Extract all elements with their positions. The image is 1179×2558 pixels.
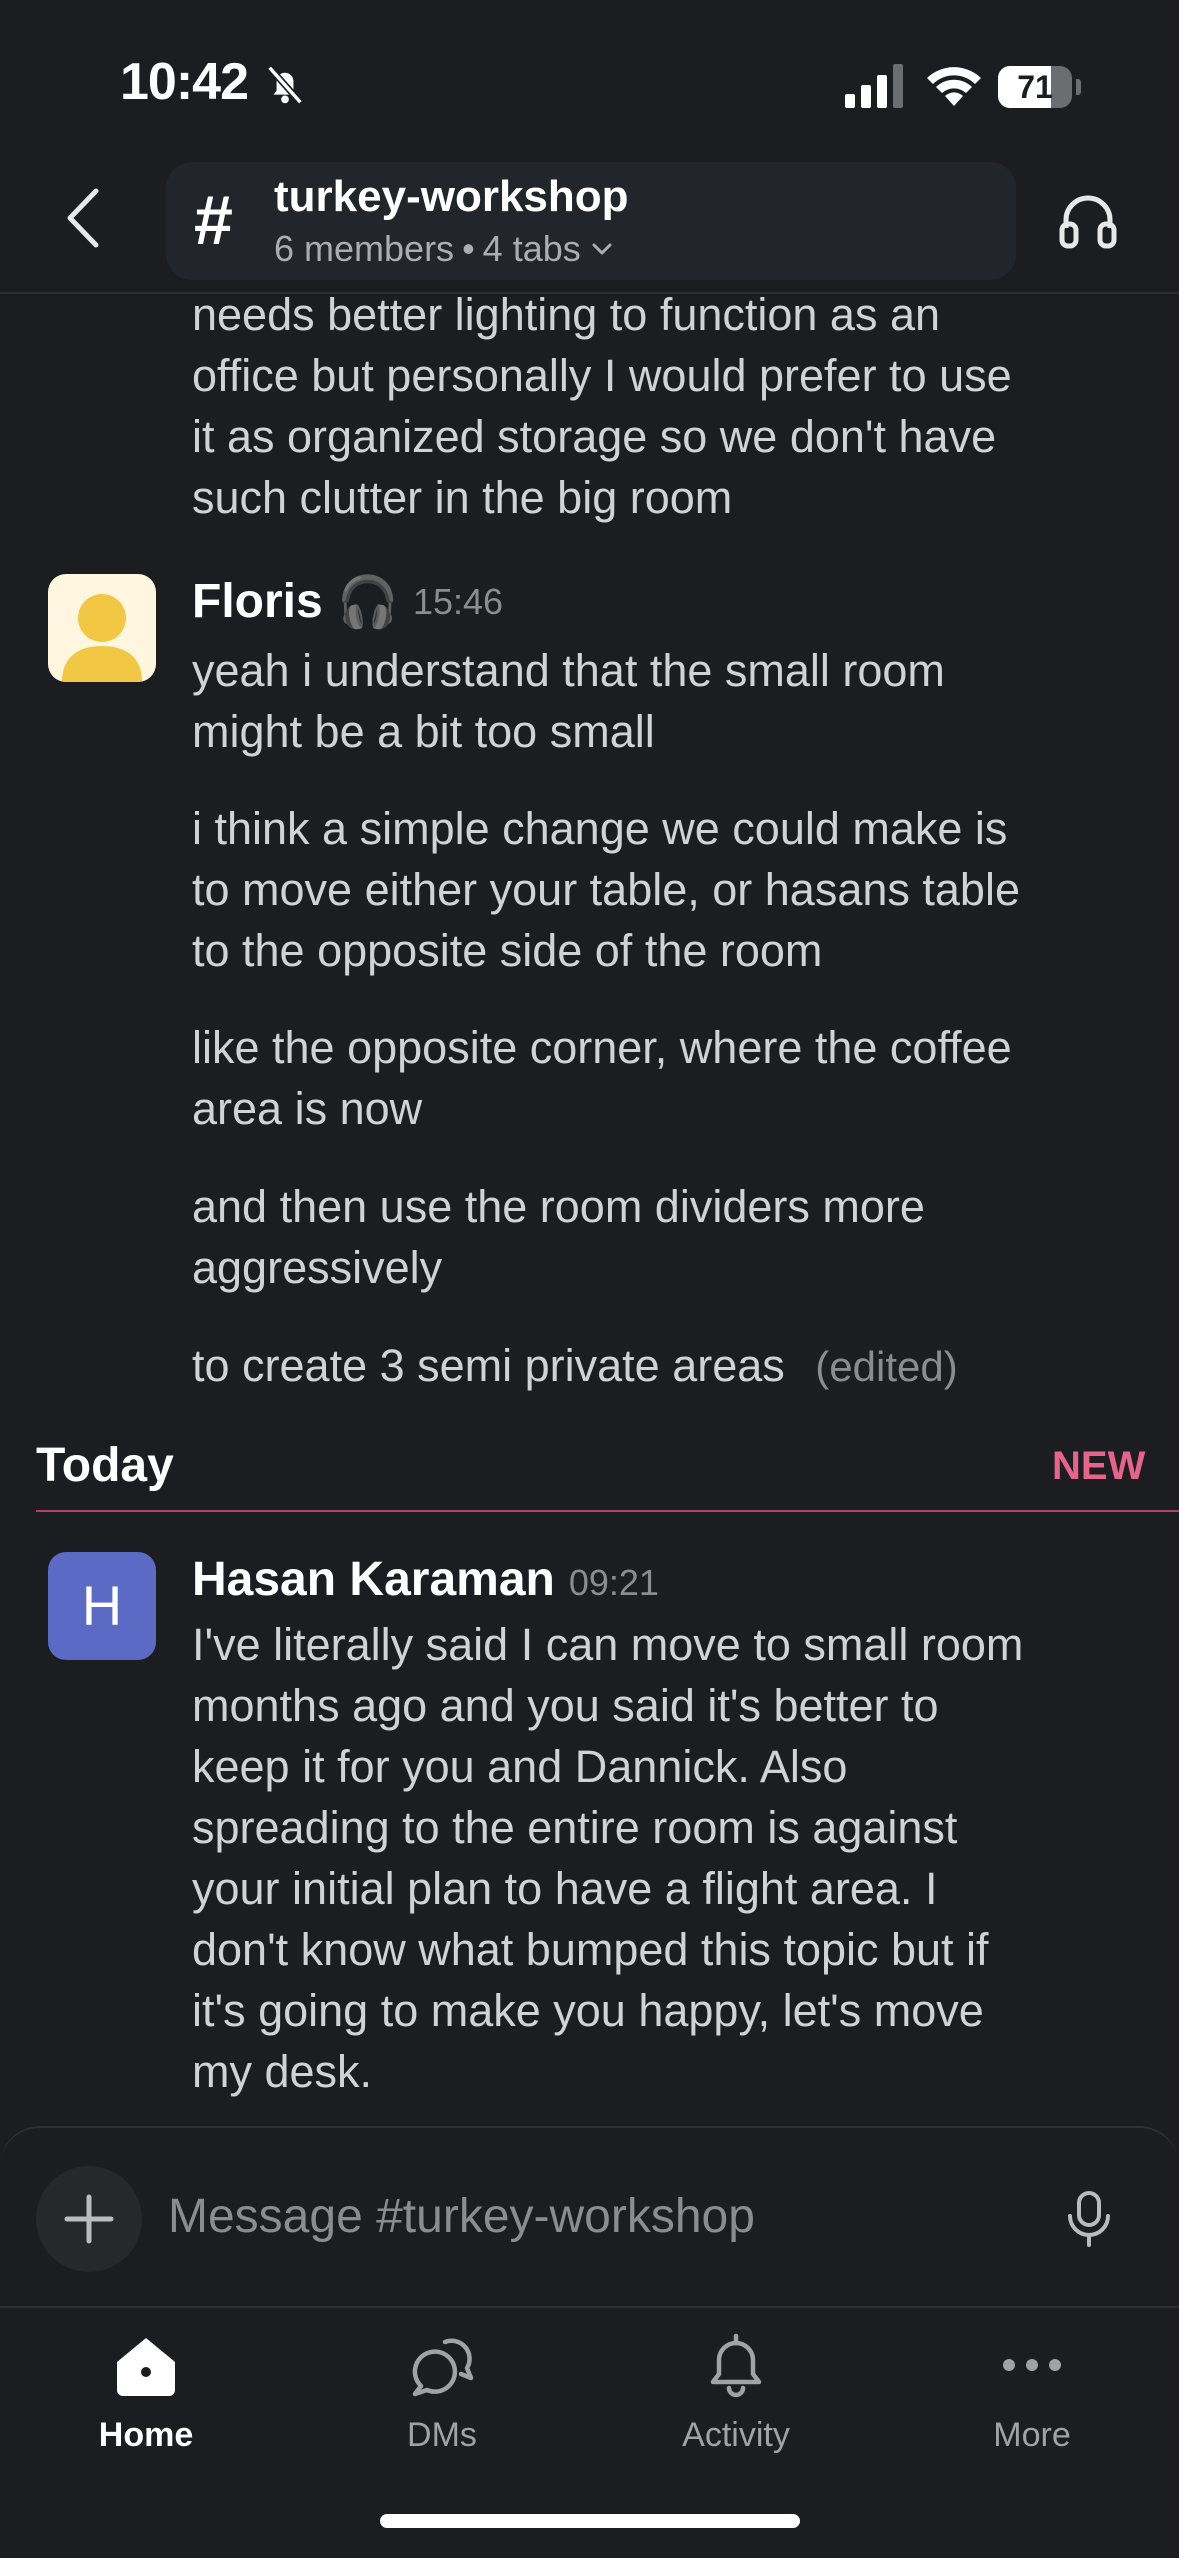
tab-label: DMs <box>407 2416 477 2454</box>
author-name[interactable]: Hasan Karaman <box>192 1552 555 1607</box>
message-continued: needs better lighting to function as an … <box>192 284 1012 528</box>
message-line: yeah i understand that the small room <box>192 645 945 696</box>
message-line: area is now <box>192 1083 423 1134</box>
dms-chat-icon <box>412 2338 474 2397</box>
plus-icon <box>64 2194 114 2244</box>
message-line: my desk. <box>192 2046 373 2097</box>
message-paragraph: to create 3 semi private areas (edited) <box>192 1335 958 1397</box>
huddle-headphones-icon[interactable] <box>1056 188 1120 252</box>
message-line: it as organized storage so we don't have <box>192 411 997 462</box>
back-chevron-icon[interactable] <box>60 185 110 251</box>
headphones-status-icon: 🎧 <box>336 573 399 630</box>
message-line: spreading to the entire room is against <box>192 1802 958 1853</box>
edited-label: (edited) <box>815 1343 958 1390</box>
status-time: 10:42 <box>120 53 249 111</box>
message-line: and then use the room dividers more <box>192 1181 925 1232</box>
meta-separator: • <box>462 228 475 269</box>
avatar-floris[interactable] <box>48 574 156 682</box>
channel-name: turkey-workshop <box>274 172 629 221</box>
tab-label: Activity <box>682 2416 790 2454</box>
message-line: your initial plan to have a flight area.… <box>192 1863 938 1914</box>
message-line: months ago and you said it's better to <box>192 1680 939 1731</box>
message-line: keep it for you and Dannick. Also <box>192 1741 848 1792</box>
message-paragraph: yeah i understand that the small room mi… <box>192 640 945 762</box>
message-time: 15:46 <box>412 580 504 622</box>
message-line: I've literally said I can move to small … <box>192 1619 1024 1670</box>
more-dots-icon <box>1003 2359 1061 2371</box>
message-line: to move either your table, or hasans tab… <box>192 864 1020 915</box>
message-paragraph: i think a simple change we could make is… <box>192 798 1020 981</box>
home-indicator <box>380 2514 800 2528</box>
message-line: office but personally I would prefer to … <box>192 350 1012 401</box>
message-line: like the opposite corner, where the coff… <box>192 1022 1012 1073</box>
message-line: don't know what bumped this topic but if <box>192 1924 989 1975</box>
tab-count: 4 tabs <box>482 228 581 269</box>
member-count: 6 members <box>274 228 455 269</box>
tab-label: Home <box>98 2416 194 2454</box>
battery-level: 71 <box>1017 69 1053 105</box>
new-messages-line <box>36 1510 1179 1512</box>
message-line: to create 3 semi private areas <box>192 1340 785 1391</box>
message-input[interactable] <box>168 2176 968 2256</box>
message-paragraph: like the opposite corner, where the coff… <box>192 1017 1012 1139</box>
message-header-hasan: Hasan Karaman 09:21 <box>192 1552 659 1607</box>
message-body: I've literally said I can move to small … <box>192 1614 1023 2102</box>
new-messages-badge: NEW <box>1052 1444 1146 1488</box>
message-line: aggressively <box>192 1242 443 1293</box>
bell-icon <box>710 2333 762 2398</box>
avatar-hasan[interactable]: H <box>48 1552 156 1660</box>
message-line: to the opposite side of the room <box>192 925 823 976</box>
tab-activity[interactable]: Activity <box>636 2328 836 2468</box>
chevron-down-icon <box>592 243 612 255</box>
battery-indicator: 71 <box>998 66 1082 108</box>
message-header-floris: Floris 🎧 15:46 <box>192 574 503 629</box>
message-line: might be a bit too small <box>192 706 655 757</box>
message-paragraph: and then use the room dividers more aggr… <box>192 1176 925 1298</box>
message-line: such clutter in the big room <box>192 472 733 523</box>
date-divider-label: Today <box>36 1439 174 1492</box>
tab-label: More <box>993 2416 1071 2454</box>
attach-button[interactable] <box>36 2166 142 2272</box>
message-time: 09:21 <box>568 1562 659 1603</box>
home-icon <box>117 2338 175 2396</box>
message-composer <box>0 2126 1179 2308</box>
bell-off-icon <box>267 65 303 105</box>
hash-icon: # <box>194 181 233 259</box>
wifi-icon <box>927 67 981 106</box>
tab-home[interactable]: Home <box>46 2328 246 2468</box>
tab-more[interactable]: More <box>932 2328 1132 2468</box>
message-line: it's going to make you happy, let's move <box>192 1985 984 2036</box>
microphone-icon[interactable] <box>1064 2190 1114 2248</box>
author-name[interactable]: Floris <box>192 574 323 629</box>
channel-meta: 6 members • 4 tabs <box>274 228 615 270</box>
cellular-signal-icon <box>845 64 903 108</box>
channel-header-button[interactable]: # turkey-workshop 6 members • 4 tabs <box>166 162 1016 280</box>
message-line: needs better lighting to function as an <box>192 289 941 340</box>
tab-dms[interactable]: DMs <box>342 2328 542 2468</box>
user-placeholder-icon <box>62 594 142 682</box>
message-line: i think a simple change we could make is <box>192 803 1008 854</box>
